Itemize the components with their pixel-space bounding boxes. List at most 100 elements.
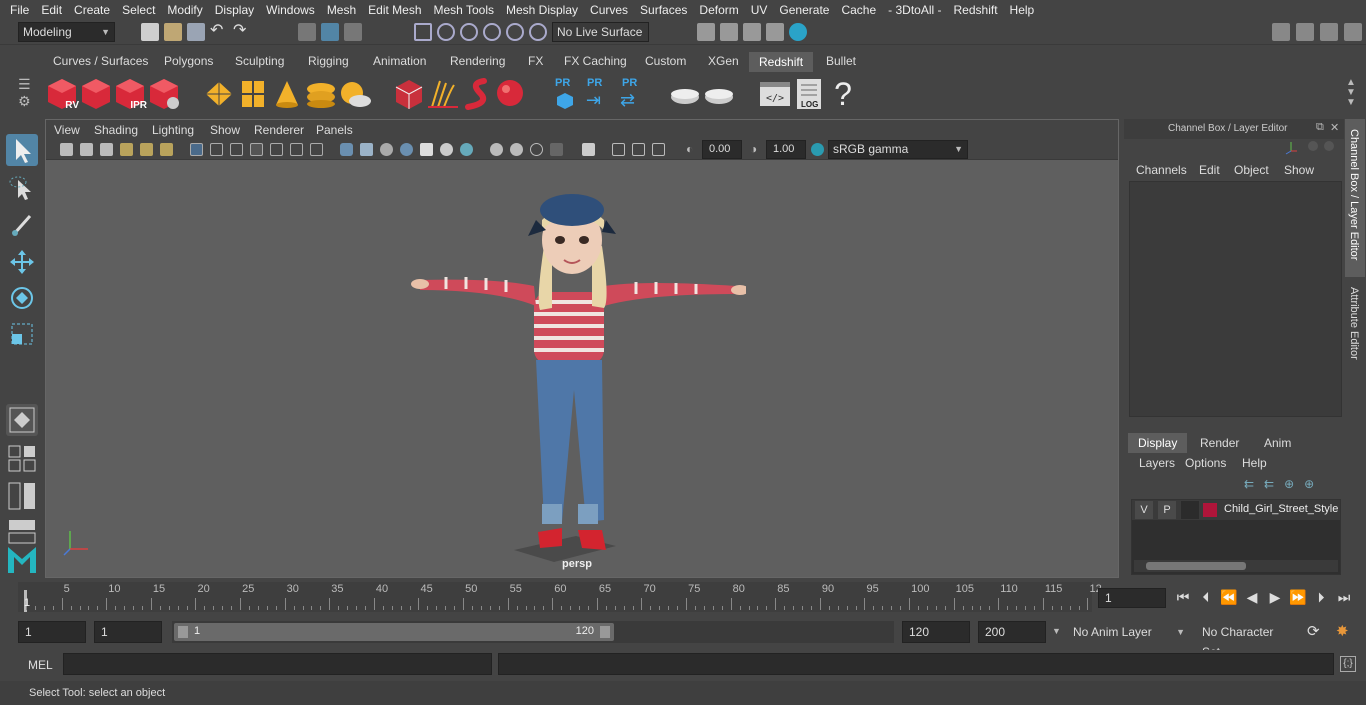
redshift-volume-button[interactable] [392, 77, 426, 111]
hypershade-icon[interactable] [789, 23, 807, 41]
menu-deform[interactable]: Deform [693, 3, 744, 17]
channels-menu-show[interactable]: Show [1284, 163, 1314, 177]
tab-anim[interactable]: Anim [1254, 433, 1301, 453]
snap-point-icon[interactable] [460, 23, 478, 41]
menu-windows[interactable]: Windows [260, 3, 321, 17]
menu-curves[interactable]: Curves [584, 3, 634, 17]
redshift-portal-light-button[interactable] [236, 77, 270, 111]
menu-uv[interactable]: UV [745, 3, 774, 17]
redshift-bake-sets-button[interactable] [702, 77, 736, 111]
channels-menu-object[interactable]: Object [1234, 163, 1269, 177]
menu-mesh[interactable]: Mesh [321, 3, 362, 17]
redshift-help-button[interactable]: ? [826, 77, 860, 111]
redo-icon[interactable]: ↷ [233, 23, 251, 41]
character-set-dropdown[interactable]: No Character Set [1197, 621, 1297, 659]
use-all-lights-icon[interactable] [420, 143, 433, 156]
layout-single-button[interactable] [6, 443, 38, 475]
layout-split-button[interactable] [6, 480, 38, 512]
menu-3dtoall[interactable]: - 3DtoAll - [882, 3, 947, 17]
shadows-icon[interactable] [440, 143, 453, 156]
render-frame-icon[interactable] [720, 23, 738, 41]
tab-redshift[interactable]: Redshift [749, 52, 814, 72]
scrollbar-thumb[interactable] [1146, 562, 1246, 570]
scale-tool[interactable] [6, 318, 38, 350]
select-hierarchy-icon[interactable] [298, 23, 316, 41]
redshift-settings-button[interactable] [147, 77, 181, 111]
paint-select-tool[interactable] [6, 208, 38, 240]
redshift-pr-export-button[interactable]: PR ⇥ [580, 77, 614, 111]
range-handle-start[interactable] [178, 626, 188, 638]
new-scene-icon[interactable] [141, 23, 159, 41]
play-backward-icon[interactable]: ◀ [1243, 588, 1261, 606]
isolate-select-icon[interactable] [550, 143, 563, 156]
xray-icon[interactable] [582, 143, 595, 156]
layer-row[interactable]: V P Child_Girl_Street_Style [1132, 500, 1340, 520]
shelf-menu-icon[interactable]: ☰ ⚙ [18, 76, 38, 112]
step-back-key-icon[interactable]: ⏴ [1197, 588, 1215, 606]
redshift-log-button[interactable]: LOG [792, 77, 826, 111]
menu-modify[interactable]: Modify [161, 3, 208, 17]
redshift-sun-sky-button[interactable] [338, 77, 372, 111]
channels-menu-edit[interactable]: Edit [1199, 163, 1220, 177]
animation-start-field[interactable]: 1 [18, 621, 86, 643]
step-forward-key-icon[interactable]: ⏵ [1312, 588, 1330, 606]
tab-animation[interactable]: Animation [373, 54, 426, 68]
show-manipulator-tool[interactable] [6, 404, 38, 436]
tab-polygons[interactable]: Polygons [164, 54, 213, 68]
attribute-editor-icon[interactable] [1296, 23, 1314, 41]
menu-file[interactable]: File [4, 3, 35, 17]
menu-create[interactable]: Create [68, 3, 116, 17]
range-handle-end[interactable] [600, 626, 610, 638]
layer-display-type[interactable] [1181, 501, 1199, 519]
redshift-render-button[interactable] [79, 77, 113, 111]
layer-menu-layers[interactable]: Layers [1139, 456, 1175, 470]
menu-edit-mesh[interactable]: Edit Mesh [362, 3, 427, 17]
time-slider-track[interactable]: 1 5 10 15 20 25 30 35 40 45 50 55 60 65 70 75 80 85 90 95 1… [18, 582, 1102, 612]
tab-display[interactable]: Display [1128, 433, 1188, 453]
safe-title-icon[interactable] [310, 143, 323, 156]
color-space-dropdown[interactable]: sRGB gamma ▼ [828, 140, 968, 159]
viewport-menu-lighting[interactable]: Lighting [152, 123, 194, 137]
tool-settings-icon[interactable] [1320, 23, 1338, 41]
command-language-label[interactable]: MEL [28, 658, 53, 672]
redshift-ipr-button[interactable]: IPR [113, 77, 147, 111]
camera-lock-icon[interactable] [140, 143, 153, 156]
smooth-shade-icon[interactable] [360, 143, 373, 156]
redshift-hair-button[interactable] [426, 77, 460, 111]
gamma-field[interactable]: 1.00 [766, 140, 806, 159]
viewport-menu-shading[interactable]: Shading [94, 123, 138, 137]
viewport-menu-show[interactable]: Show [210, 123, 240, 137]
xray-components-icon[interactable] [632, 143, 645, 156]
render-settings-icon[interactable] [766, 23, 784, 41]
layer-color-swatch[interactable] [1203, 503, 1217, 517]
tab-sculpting[interactable]: Sculpting [235, 54, 284, 68]
tab-fx-caching[interactable]: FX Caching [564, 54, 627, 68]
select-object-icon[interactable] [321, 23, 339, 41]
snap-curve-icon[interactable] [437, 23, 455, 41]
undo-icon[interactable]: ↶ [210, 23, 228, 41]
anim-layer-dropdown[interactable]: No Anim Layer ▼ [1068, 621, 1190, 643]
depth-of-field-icon[interactable] [530, 143, 543, 156]
shelf-scroll-arrows[interactable]: ▲ ▼ ▼ [1346, 78, 1356, 108]
tab-attribute-editor[interactable]: Attribute Editor [1345, 281, 1365, 377]
script-editor-icon[interactable]: {;} [1340, 656, 1356, 672]
layer-playback-toggle[interactable]: P [1158, 501, 1176, 519]
tab-fx[interactable]: FX [528, 54, 543, 68]
snap-vertex-icon[interactable] [529, 23, 547, 41]
character-model[interactable] [406, 190, 746, 565]
redshift-rv-button[interactable]: RV [45, 77, 79, 111]
redshift-script-button[interactable]: </> [758, 77, 792, 111]
ambient-occlusion-icon[interactable] [460, 143, 473, 156]
layer-menu-options[interactable]: Options [1185, 456, 1226, 470]
redshift-sphere-button[interactable] [494, 77, 528, 111]
menu-display[interactable]: Display [209, 3, 260, 17]
current-frame-field[interactable]: 1 [1098, 588, 1166, 608]
float-panel-icon[interactable]: ⧉ [1316, 121, 1324, 134]
tab-channel-box-layer-editor[interactable]: Channel Box / Layer Editor [1345, 119, 1365, 277]
menu-surfaces[interactable]: Surfaces [634, 3, 693, 17]
tab-curves-surfaces[interactable]: Curves / Surfaces [53, 54, 148, 68]
snap-view-icon[interactable] [483, 23, 501, 41]
layer-scrollbar[interactable] [1134, 560, 1338, 572]
ipr-render-icon[interactable] [743, 23, 761, 41]
gate-mask-icon[interactable] [250, 143, 263, 156]
